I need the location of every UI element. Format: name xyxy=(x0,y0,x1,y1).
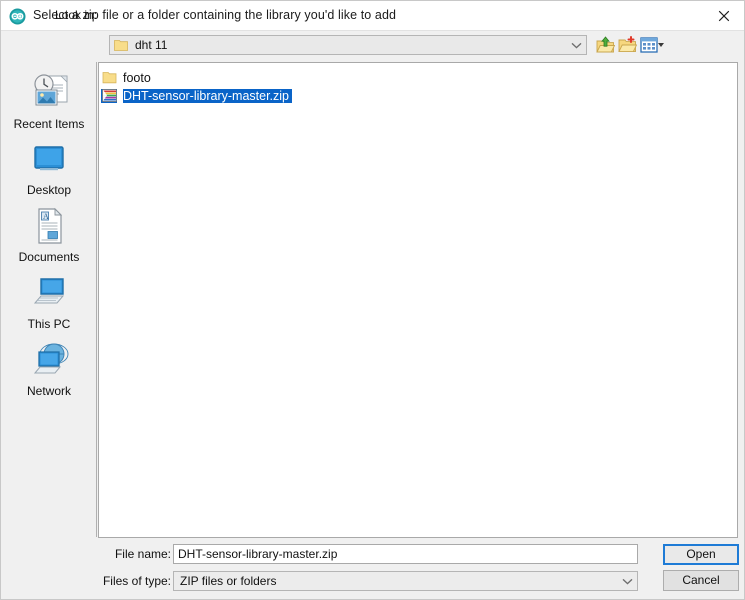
list-item[interactable]: footo xyxy=(101,69,154,86)
sidebar-item-label: Recent Items xyxy=(13,117,85,131)
file-name: footo xyxy=(123,70,151,85)
caret-down-icon[interactable] xyxy=(658,43,664,47)
up-one-level-icon[interactable] xyxy=(596,36,616,54)
files-of-type-combobox[interactable]: ZIP files or folders xyxy=(173,571,638,591)
recent-items-icon xyxy=(2,72,96,116)
sidebar-item-this-pc[interactable]: This PC xyxy=(2,272,96,331)
shortcut-sidebar: Recent Items Desktop A Documents This PC… xyxy=(2,62,97,537)
this-pc-icon xyxy=(2,272,96,316)
file-name-label: File name: xyxy=(114,547,171,561)
chevron-down-icon[interactable] xyxy=(566,36,586,54)
sidebar-item-label: This PC xyxy=(27,317,71,331)
folder-icon xyxy=(114,39,128,51)
title-bar: Select a zip file or a folder containing… xyxy=(1,1,744,31)
sidebar-item-documents[interactable]: A Documents xyxy=(2,205,96,264)
file-chooser-dialog: Select a zip file or a folder containing… xyxy=(0,0,745,600)
look-in-value: dht 11 xyxy=(135,38,168,52)
view-menu-icon[interactable] xyxy=(640,36,659,54)
file-list[interactable]: footo DHT-sensor-library-master.zip xyxy=(98,62,738,538)
open-button[interactable]: Open xyxy=(663,544,739,565)
sidebar-item-network[interactable]: Network xyxy=(2,339,96,398)
desktop-icon xyxy=(2,138,96,182)
create-new-folder-icon[interactable] xyxy=(618,36,638,54)
list-item[interactable]: DHT-sensor-library-master.zip xyxy=(101,87,293,104)
files-of-type-label: Files of type: xyxy=(102,574,171,588)
network-icon xyxy=(2,339,96,383)
look-in-combobox[interactable]: dht 11 xyxy=(109,35,587,55)
arduino-logo-icon xyxy=(9,8,26,25)
sidebar-item-recent-items[interactable]: Recent Items xyxy=(2,72,96,131)
close-icon[interactable] xyxy=(701,1,744,30)
chevron-down-icon[interactable] xyxy=(617,572,637,590)
folder-icon xyxy=(101,71,117,85)
sidebar-item-label: Documents xyxy=(18,250,80,264)
svg-text:A: A xyxy=(43,212,49,221)
zip-archive-icon xyxy=(101,88,117,103)
sidebar-item-label: Network xyxy=(26,384,71,398)
sidebar-item-label: Desktop xyxy=(26,183,72,197)
cancel-button[interactable]: Cancel xyxy=(663,570,739,591)
files-of-type-value: ZIP files or folders xyxy=(180,574,277,588)
file-name-input[interactable] xyxy=(173,544,638,564)
file-name: DHT-sensor-library-master.zip xyxy=(123,88,293,103)
look-in-label: Look in: xyxy=(55,8,98,22)
documents-icon: A xyxy=(2,205,96,249)
sidebar-item-desktop[interactable]: Desktop xyxy=(2,138,96,197)
